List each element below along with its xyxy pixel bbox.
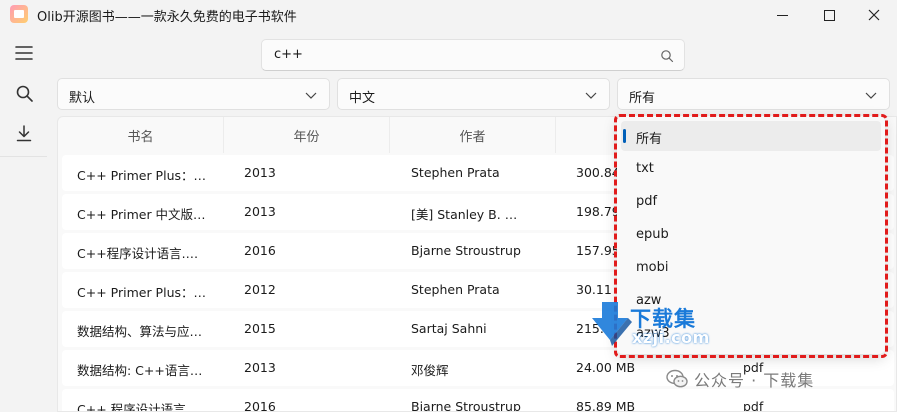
cell-size: 300.84 <box>576 165 620 180</box>
format-dropdown-label: 所有 <box>629 91 656 106</box>
format-option-label: 所有 <box>636 132 663 147</box>
title-bar: Olib开源图书——一款永久免费的电子书软件 <box>0 0 897 30</box>
search-value: c++ <box>274 47 303 62</box>
wechat-watermark-text: 公众号 · 下载集 <box>694 371 815 390</box>
app-logo-icon <box>10 5 28 23</box>
download-icon <box>16 124 32 141</box>
cell-author: Sartaj Sahni <box>411 321 487 336</box>
chevron-down-icon <box>865 92 877 99</box>
cell-title: C++ Primer Plus：… <box>77 285 207 300</box>
cell-year: 2016 <box>244 399 276 412</box>
cell-author: Bjarne Stroustrup <box>411 399 521 412</box>
cell-author: 邓俊辉 <box>411 363 449 378</box>
cell-year: 2012 <box>244 282 276 297</box>
site-watermark: 下载集 xzji.com <box>588 300 728 350</box>
cell-title: C++ 程序设计语言… <box>77 402 199 412</box>
column-header-year[interactable]: 年份 <box>224 117 390 153</box>
minimize-icon <box>776 14 788 16</box>
maximize-icon <box>823 9 835 21</box>
cell-title: 数据结构、算法与应… <box>77 324 203 339</box>
nav-menu-button[interactable] <box>10 39 38 67</box>
table-row[interactable]: C++ 程序设计语言… 2016 Bjarne Stroustrup 85.89… <box>62 389 894 412</box>
format-option-epub[interactable]: epub <box>621 220 881 250</box>
format-option-label: txt <box>636 161 654 176</box>
sort-dropdown[interactable]: 默认 <box>57 78 330 110</box>
format-option-label: pdf <box>636 194 658 209</box>
format-option-all[interactable]: 所有 <box>621 121 881 151</box>
cell-title: C++ Primer 中文版… <box>77 207 206 222</box>
close-button[interactable] <box>851 0 897 30</box>
language-dropdown[interactable]: 中文 <box>337 78 610 110</box>
language-dropdown-label: 中文 <box>349 91 376 106</box>
format-option-label: mobi <box>636 260 669 275</box>
cell-size: 24.00 MB <box>576 360 636 375</box>
close-icon <box>868 9 880 21</box>
cell-year: 2015 <box>244 321 276 336</box>
download-arrow-logo-icon <box>592 302 632 346</box>
nav-divider <box>0 156 47 157</box>
cell-author: Stephen Prata <box>411 165 500 180</box>
cell-author: Bjarne Stroustrup <box>411 243 521 258</box>
chevron-down-icon <box>585 92 597 99</box>
cell-size: 85.89 MB <box>576 399 636 412</box>
maximize-button[interactable] <box>806 0 852 30</box>
cell-title: C++程序设计语言.… <box>77 246 199 261</box>
search-icon[interactable] <box>660 49 674 63</box>
cell-title: C++ Primer Plus：… <box>77 168 207 183</box>
watermark-site-url: xzji.com <box>632 328 710 347</box>
cell-title: 数据结构: C++语言… <box>77 363 203 378</box>
selection-indicator <box>623 129 626 143</box>
wechat-watermark: 公众号 · 下载集 <box>666 367 814 391</box>
cell-year: 2016 <box>244 243 276 258</box>
cell-format: pdf <box>743 399 764 412</box>
nav-search-button[interactable] <box>10 79 38 107</box>
format-option-pdf[interactable]: pdf <box>621 187 881 217</box>
minimize-button[interactable] <box>759 0 805 30</box>
cell-size: 198.79 <box>576 204 620 219</box>
cell-year: 2013 <box>244 360 276 375</box>
column-header-author[interactable]: 作者 <box>390 117 556 153</box>
cell-year: 2013 <box>244 165 276 180</box>
format-option-txt[interactable]: txt <box>621 154 881 184</box>
format-option-label: epub <box>636 227 669 242</box>
menu-icon <box>15 46 33 60</box>
cell-year: 2013 <box>244 204 276 219</box>
format-dropdown[interactable]: 所有 <box>617 78 890 110</box>
wechat-icon <box>666 369 688 388</box>
nav-download-button[interactable] <box>10 119 38 147</box>
window-title: Olib开源图书——一款永久免费的电子书软件 <box>37 10 297 25</box>
cell-author: [美] Stanley B. … <box>411 207 518 222</box>
sort-dropdown-label: 默认 <box>69 91 96 106</box>
search-input[interactable]: c++ <box>261 39 685 71</box>
column-header-title[interactable]: 书名 <box>58 117 224 153</box>
cell-author: Stephen Prata <box>411 282 500 297</box>
cell-size: 157.95 <box>576 243 620 258</box>
search-icon <box>16 85 33 102</box>
chevron-down-icon <box>305 92 317 99</box>
format-option-mobi[interactable]: mobi <box>621 253 881 283</box>
